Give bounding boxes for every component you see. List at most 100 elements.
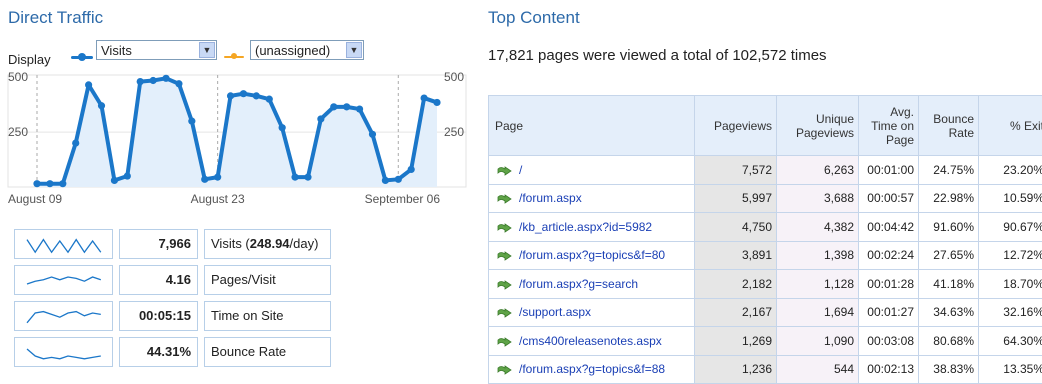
- table-row: /forum.aspx5,9973,68800:00:5722.98%10.59…: [489, 184, 1042, 213]
- data-point: [369, 131, 376, 138]
- avg-time-cell: 00:01:00: [859, 156, 919, 185]
- column-header[interactable]: % Exit: [979, 96, 1042, 156]
- top-content-table: PagePageviewsUnique PageviewsAvg. Time o…: [488, 95, 1042, 384]
- data-point: [175, 80, 182, 87]
- page-link[interactable]: /forum.aspx?g=search: [519, 277, 638, 291]
- table-header-row: PagePageviewsUnique PageviewsAvg. Time o…: [489, 96, 1042, 156]
- page-link[interactable]: /forum.aspx?g=topics&f=80: [519, 248, 665, 262]
- chevron-down-icon[interactable]: ▼: [346, 42, 362, 58]
- sparkline: [14, 301, 113, 331]
- go-to-page-icon[interactable]: [497, 193, 513, 205]
- page-link[interactable]: /forum.aspx?g=topics&f=88: [519, 362, 665, 376]
- bounce-rate-cell: 41.18%: [919, 270, 979, 299]
- data-point: [304, 174, 311, 181]
- data-point: [150, 77, 157, 84]
- pageviews-cell: 5,997: [695, 184, 777, 213]
- y-tick-label-right: 500: [444, 70, 464, 84]
- sparkline: [14, 265, 113, 295]
- sparkline-line: [27, 349, 101, 359]
- unique-pageviews-cell: 1,694: [777, 298, 859, 327]
- pageviews-cell: 3,891: [695, 241, 777, 270]
- data-point: [317, 115, 324, 122]
- metric-label: Visits (248.94/day): [204, 229, 331, 259]
- go-to-page-icon[interactable]: [497, 165, 513, 177]
- exit-cell: 10.59%: [979, 184, 1042, 213]
- go-to-page-icon[interactable]: [497, 307, 513, 319]
- table-row: /cms400releasenotes.aspx1,2691,09000:03:…: [489, 327, 1042, 356]
- visits-legend-dot-icon: [78, 53, 86, 61]
- data-point: [408, 166, 415, 173]
- exit-cell: 18.70%: [979, 270, 1042, 299]
- page-link[interactable]: /kb_article.aspx?id=5982: [519, 220, 652, 234]
- data-point: [111, 177, 118, 184]
- data-point: [382, 177, 389, 184]
- sparkline: [14, 229, 113, 259]
- data-point: [227, 92, 234, 99]
- page-link[interactable]: /forum.aspx: [519, 191, 582, 205]
- x-axis-label: August 09: [8, 192, 62, 206]
- page-cell[interactable]: /kb_article.aspx?id=5982: [489, 213, 695, 242]
- column-header[interactable]: Unique Pageviews: [777, 96, 859, 156]
- column-header[interactable]: Bounce Rate: [919, 96, 979, 156]
- metric-label: Pages/Visit: [204, 265, 331, 295]
- page-cell[interactable]: /: [489, 156, 695, 185]
- metric-value: 7,966: [119, 229, 198, 259]
- metric-select[interactable]: Visits ▼: [96, 40, 217, 60]
- metric-value: 44.31%: [119, 337, 198, 367]
- bounce-rate-cell: 38.83%: [919, 355, 979, 384]
- go-to-page-icon[interactable]: [497, 364, 513, 376]
- compare-select[interactable]: (unassigned) ▼: [250, 40, 364, 60]
- go-to-page-icon[interactable]: [497, 336, 513, 348]
- column-header[interactable]: Pageviews: [695, 96, 777, 156]
- go-to-page-icon[interactable]: [497, 279, 513, 291]
- page-cell[interactable]: /forum.aspx: [489, 184, 695, 213]
- page-cell[interactable]: /forum.aspx?g=search: [489, 270, 695, 299]
- metric-label-text: Visits (: [211, 236, 250, 251]
- data-point: [46, 180, 53, 187]
- data-point: [33, 180, 40, 187]
- avg-time-cell: 00:04:42: [859, 213, 919, 242]
- y-tick-label-left: 500: [8, 70, 28, 84]
- exit-cell: 64.30%: [979, 327, 1042, 356]
- go-to-page-icon[interactable]: [497, 222, 513, 234]
- data-point: [343, 103, 350, 110]
- pageviews-cell: 7,572: [695, 156, 777, 185]
- data-point: [395, 176, 402, 183]
- data-point: [240, 90, 247, 97]
- page-cell[interactable]: /cms400releasenotes.aspx: [489, 327, 695, 356]
- page-cell[interactable]: /support.aspx: [489, 298, 695, 327]
- data-point: [266, 96, 273, 103]
- page-cell[interactable]: /forum.aspx?g=topics&f=88: [489, 355, 695, 384]
- page-link[interactable]: /cms400releasenotes.aspx: [519, 334, 662, 348]
- direct-traffic-title: Direct Traffic: [8, 8, 103, 28]
- table-row: /forum.aspx?g=search2,1821,12800:01:2841…: [489, 270, 1042, 299]
- table-row: /forum.aspx?g=topics&f=881,23654400:02:1…: [489, 355, 1042, 384]
- chevron-down-icon[interactable]: ▼: [199, 42, 215, 58]
- metric-value: 4.16: [119, 265, 198, 295]
- page-link[interactable]: /support.aspx: [519, 305, 591, 319]
- bounce-rate-cell: 80.68%: [919, 327, 979, 356]
- page-cell[interactable]: /forum.aspx?g=topics&f=80: [489, 241, 695, 270]
- table-row: /kb_article.aspx?id=59824,7504,38200:04:…: [489, 213, 1042, 242]
- sparkline-line: [27, 277, 101, 284]
- sparkline-line: [27, 312, 101, 323]
- pageviews-cell: 1,269: [695, 327, 777, 356]
- data-point: [279, 124, 286, 131]
- page-link[interactable]: /: [519, 163, 522, 177]
- unique-pageviews-cell: 1,128: [777, 270, 859, 299]
- go-to-page-icon[interactable]: [497, 250, 513, 262]
- metric-label: Bounce Rate: [204, 337, 331, 367]
- exit-cell: 12.72%: [979, 241, 1042, 270]
- exit-cell: 23.20%: [979, 156, 1042, 185]
- sparkline-line: [27, 240, 101, 253]
- bounce-rate-cell: 34.63%: [919, 298, 979, 327]
- column-header[interactable]: Avg. Time on Page: [859, 96, 919, 156]
- y-tick-label-left: 250: [8, 125, 28, 139]
- table-row: /support.aspx2,1671,69400:01:2734.63%32.…: [489, 298, 1042, 327]
- column-header[interactable]: Page: [489, 96, 695, 156]
- direct-traffic-chart: 500250500250August 09August 23September …: [0, 66, 470, 214]
- bounce-rate-cell: 24.75%: [919, 156, 979, 185]
- data-point: [98, 102, 105, 109]
- metric-label-suffix: /day): [290, 236, 319, 251]
- metric-label-bold: 248.94: [250, 236, 290, 251]
